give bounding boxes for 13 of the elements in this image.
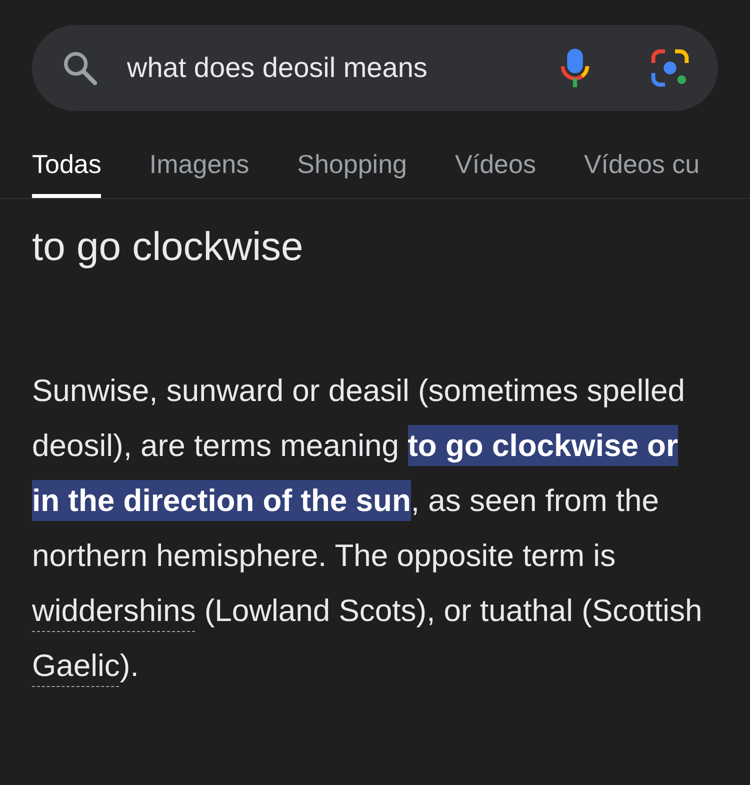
answer-title: to go clockwise [32,224,304,271]
tab[interactable]: Shopping [297,141,408,198]
tab[interactable]: Vídeos [455,141,536,198]
description-text: Sunwise, sunward or deasil (sometimes spelled deosil), are terms meaning to go clockwise or in the direction of the sun, as seen from the northern hemisphere. The opposite term is widdershins (Lowland Scots), or tuathal (Scottish Gaelic). [32,372,704,685]
tab[interactable]: Vídeos cu [584,141,700,198]
tab[interactable]: Todas [32,141,102,198]
tab[interactable]: Imagens [149,141,250,198]
search-query: what does deosil means [127,51,428,85]
search-bar[interactable]: what does deosil means [32,25,718,111]
term-link[interactable]: widdershins [32,593,196,628]
microphone-icon[interactable] [558,47,592,89]
camera-icon[interactable] [650,48,690,88]
term-link[interactable]: Gaelic [32,648,120,683]
